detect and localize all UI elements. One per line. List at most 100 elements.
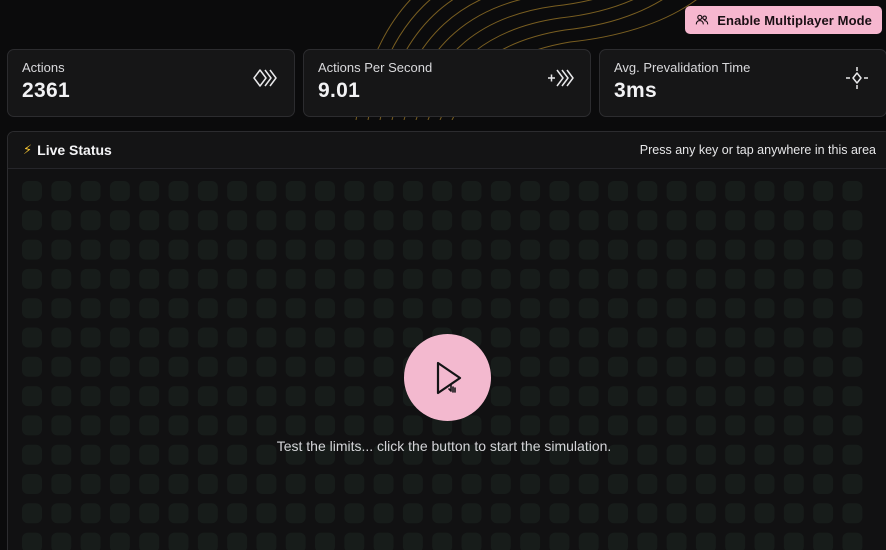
grid-cell [813,415,834,436]
grid-cell [666,503,687,524]
grid-cell [80,327,101,348]
grid-cell [22,503,42,524]
grid-cell [402,239,423,260]
grid-cell [461,503,482,524]
enable-multiplayer-button[interactable]: Enable Multiplayer Mode [685,6,882,34]
grid-cell [22,298,42,319]
grid-cell [754,532,775,550]
grid-cell [285,415,306,436]
stat-label: Actions Per Second [318,60,433,75]
grid-cell [520,181,541,201]
grid-cell [520,268,541,289]
grid-cell [256,181,277,201]
grid-cell [256,268,277,289]
grid-cell [754,415,775,436]
grid-cell [608,298,628,319]
grid-cell [168,268,189,289]
grid-cell [139,298,160,319]
grid-cell [578,474,599,494]
grid-cell [783,386,804,407]
grid-cell [725,268,746,289]
grid-cell [432,181,453,201]
grid-cell [461,210,482,231]
grid-cell [549,239,570,260]
grid-cell [197,210,218,231]
grid-cell [256,210,277,231]
simulation-area[interactable]: Test the limits... click the button to s… [8,169,886,550]
grid-cell [139,239,160,260]
grid-cell [109,327,130,348]
grid-cell [51,298,72,319]
grid-cell [197,474,218,494]
grid-cell [51,532,72,550]
grid-cell [285,503,306,524]
grid-cell [490,210,511,231]
grid-cell [666,181,687,201]
grid-cell [666,298,687,319]
grid-cell [842,503,863,524]
grid-cell [139,474,160,494]
grid-cell [813,210,834,231]
grid-cell [168,210,189,231]
grid-cell [813,356,834,377]
grid-cell [285,210,306,231]
grid-cell [490,356,511,377]
grid-cell [227,532,248,550]
grid-cell [22,474,42,494]
grid-cell [578,239,599,260]
grid-cell [813,239,834,260]
grid-cell [725,474,746,494]
live-status-panel[interactable]: ⚡ Live Status Press any key or tap anywh… [7,131,886,550]
start-simulation-button[interactable] [404,334,491,421]
grid-cell [285,474,306,494]
grid-cell [197,327,218,348]
simulation-prompt: Test the limits... click the button to s… [276,438,612,454]
grid-cell [666,356,687,377]
grid-cell [285,356,306,377]
grid-cell [139,356,160,377]
grid-cell [520,239,541,260]
grid-cell [725,239,746,260]
grid-cell [666,415,687,436]
grid-cell [666,474,687,494]
grid-cell [315,532,335,550]
grid-cell [373,327,394,348]
grid-cell [783,474,804,494]
grid-cell [168,298,189,319]
grid-cell [402,268,423,289]
grid-cell [373,298,394,319]
grid-cell [227,474,248,494]
grid-cell [666,327,687,348]
grid-cell [490,532,511,550]
grid-cell [813,503,834,524]
grid-cell [168,474,189,494]
grid-cell [490,181,511,201]
grid-cell [549,503,570,524]
grid-cell [520,503,541,524]
grid-cell [373,386,394,407]
grid-cell [461,474,482,494]
grid-cell [315,474,335,494]
grid-cell [373,239,394,260]
live-status-title: ⚡ Live Status [23,142,112,158]
grid-cell [373,210,394,231]
grid-cell [168,239,189,260]
grid-cell [725,532,746,550]
grid-cell [520,532,541,550]
grid-cell [256,503,277,524]
grid-cell [285,327,306,348]
grid-cell [373,503,394,524]
grid-cell [695,210,716,231]
grid-cell [80,239,101,260]
grid-cell [754,356,775,377]
grid-cell [578,210,599,231]
grid-cell [109,386,130,407]
grid-cell [197,386,218,407]
grid-cell [168,327,189,348]
grid-cell [51,327,72,348]
grid-cell [373,268,394,289]
grid-cell [666,386,687,407]
grid-cell [637,239,658,260]
grid-cell [344,474,365,494]
grid-cell [754,503,775,524]
